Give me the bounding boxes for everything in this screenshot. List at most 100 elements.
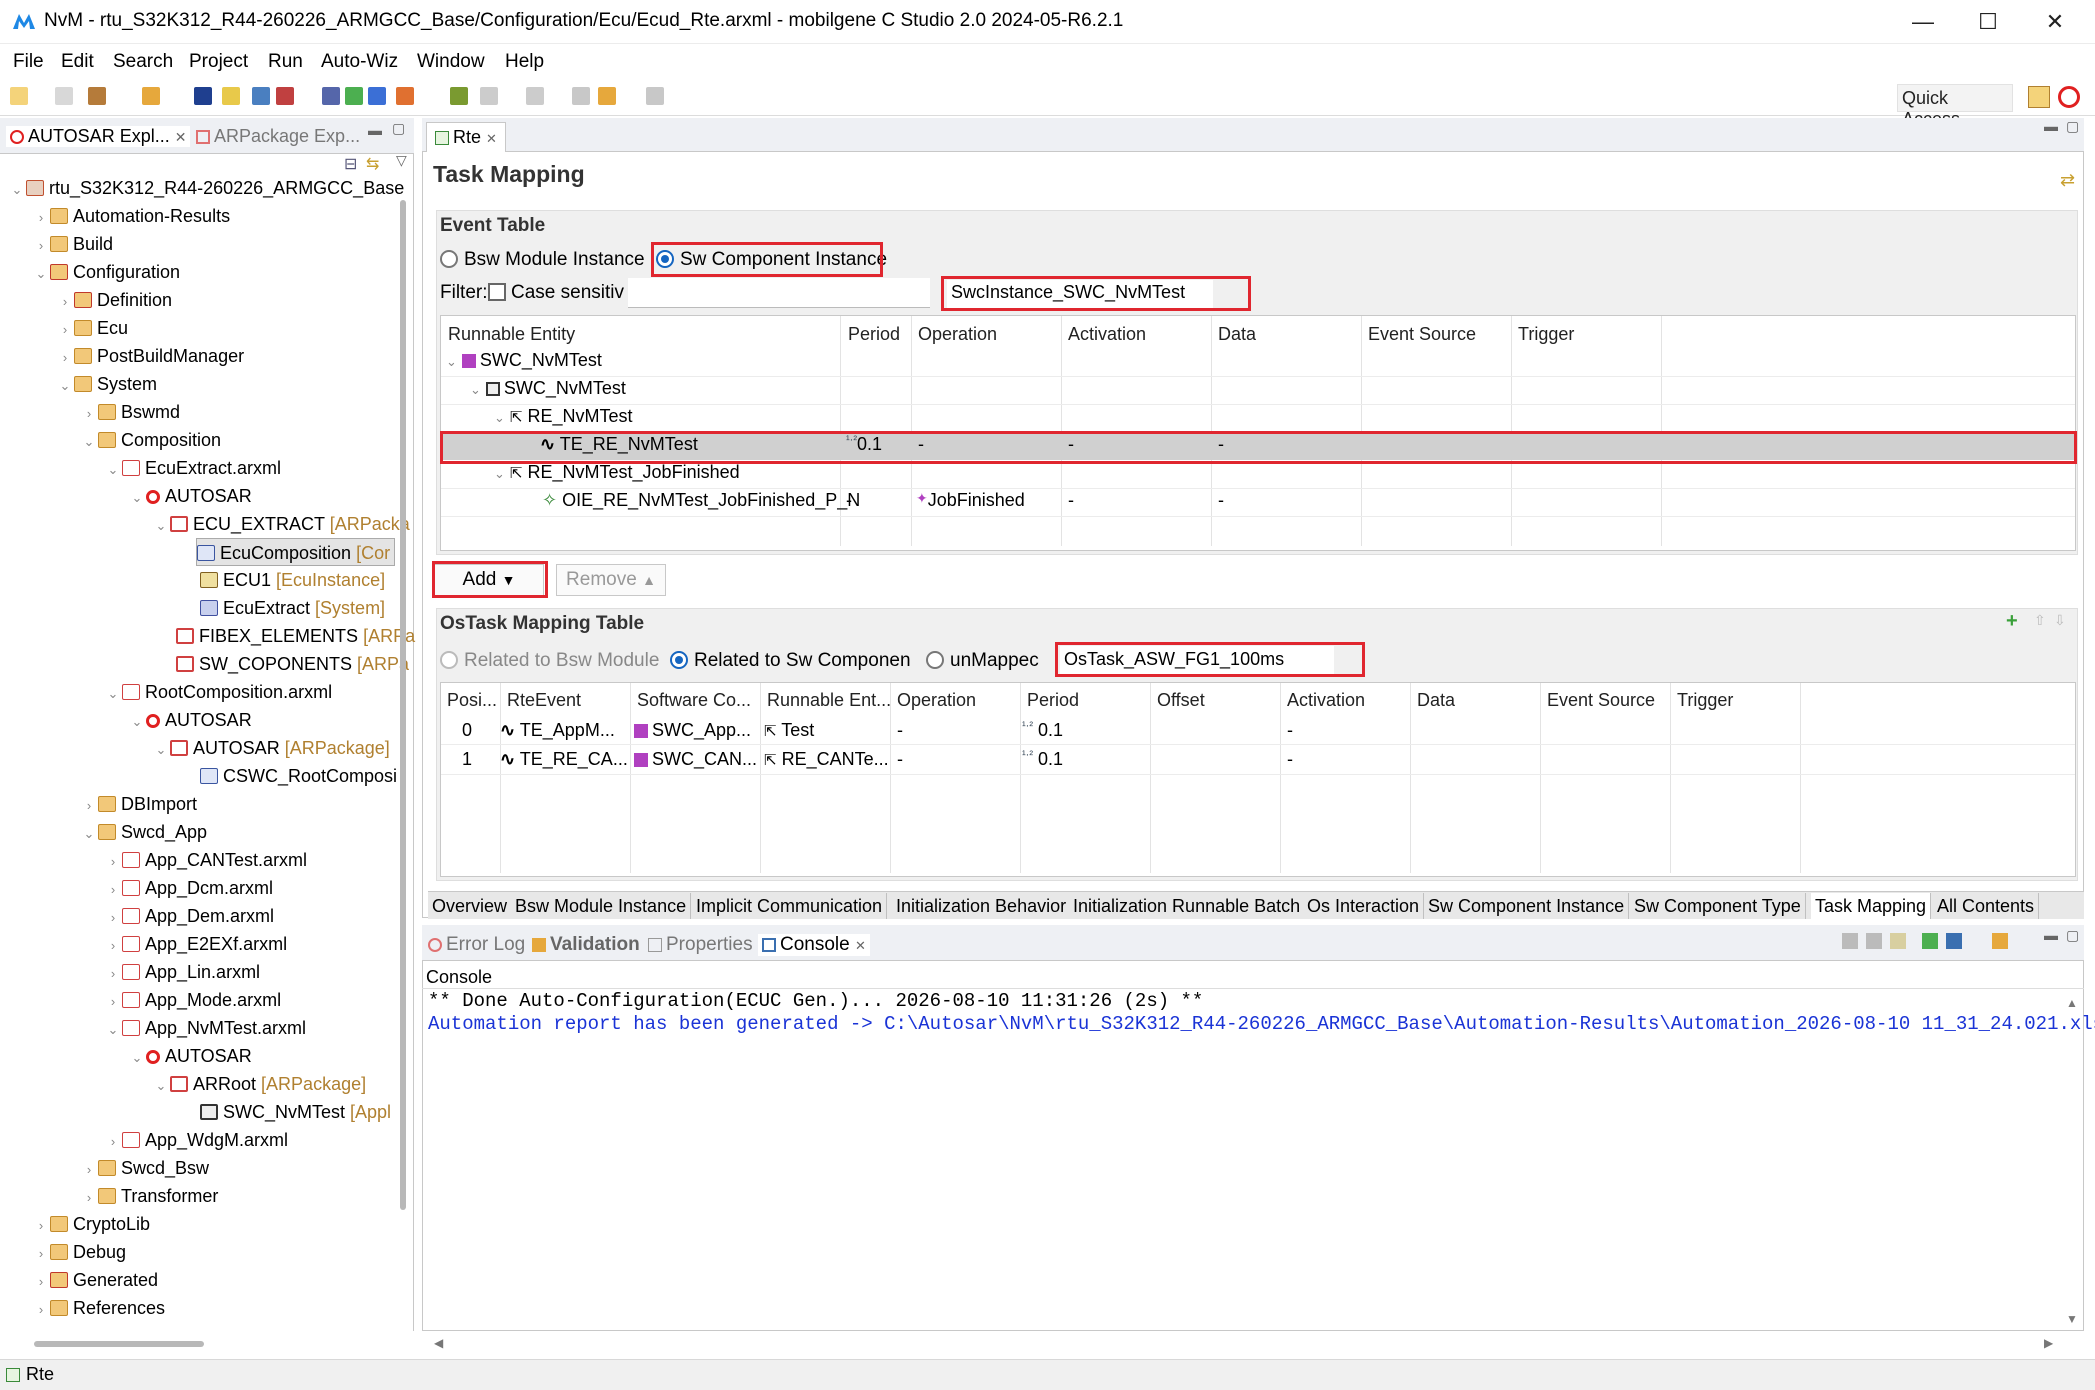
chevron-right-icon[interactable]: › bbox=[104, 1128, 122, 1156]
tree-item[interactable]: › PostBuildManager bbox=[56, 342, 244, 370]
tab-initialization-behavior[interactable]: Initialization Behavior bbox=[892, 893, 1072, 919]
tab-task-mapping[interactable]: Task Mapping bbox=[1811, 893, 1932, 919]
chevron-right-icon[interactable]: › bbox=[80, 400, 98, 428]
display-console-icon[interactable] bbox=[1946, 933, 1962, 949]
tree-item[interactable]: ECU1 [EcuInstance] bbox=[200, 566, 385, 594]
scroll-up-icon[interactable]: ▲ bbox=[2066, 996, 2078, 1010]
chevron-down-icon[interactable]: ⌄ bbox=[128, 1044, 146, 1072]
menu-window[interactable]: Window bbox=[417, 51, 485, 73]
chevron-right-icon[interactable]: › bbox=[80, 1156, 98, 1184]
tree-item[interactable]: › Transformer bbox=[80, 1182, 219, 1212]
quick-access-input[interactable]: Quick Access bbox=[1897, 84, 2013, 129]
tree-item[interactable]: › Build bbox=[32, 230, 113, 258]
chevron-right-icon[interactable]: › bbox=[104, 988, 122, 1016]
tree-item[interactable]: ⌄ ARRoot [ARPackage] bbox=[152, 1070, 367, 1098]
tree-item[interactable]: ⌄ EcuExtract.arxml bbox=[104, 454, 281, 482]
plugin-icon[interactable] bbox=[450, 87, 468, 105]
table-row[interactable]: ⌄ ⇱ RE_NvMTest_JobFinished bbox=[494, 462, 740, 483]
tree-item[interactable]: SWC_NvMTest [Appl bbox=[200, 1098, 391, 1126]
close-button[interactable]: ✕ bbox=[2025, 2, 2085, 42]
column-header-data[interactable]: Data bbox=[1218, 324, 1256, 345]
add-mapping-icon[interactable]: + bbox=[2006, 610, 2018, 633]
configure-icon[interactable] bbox=[252, 87, 270, 105]
grid-icon[interactable] bbox=[322, 87, 340, 105]
pin-console-icon[interactable] bbox=[1922, 933, 1938, 949]
menu-file[interactable]: File bbox=[13, 51, 44, 73]
chevron-right-icon[interactable]: › bbox=[104, 904, 122, 932]
tab-all-contents[interactable]: All Contents bbox=[1933, 893, 2040, 919]
maximize-editor-icon[interactable]: ▢ bbox=[2066, 118, 2079, 135]
search-next-icon[interactable] bbox=[480, 87, 498, 105]
tree-item[interactable]: › Ecu bbox=[56, 314, 128, 342]
link-editor-icon[interactable]: ⇆ bbox=[366, 154, 379, 174]
menu-help[interactable]: Help bbox=[505, 51, 544, 73]
chevron-right-icon[interactable]: › bbox=[32, 1240, 50, 1268]
tree-item[interactable]: ⌄ AUTOSAR bbox=[128, 706, 252, 734]
column-header-activation[interactable]: Activation bbox=[1068, 324, 1146, 345]
word-wrap-icon[interactable] bbox=[1890, 933, 1906, 949]
column-header-rte-event[interactable]: RteEvent bbox=[507, 690, 581, 711]
chevron-down-icon[interactable]: ⌄ bbox=[494, 410, 505, 425]
chevron-right-icon[interactable]: › bbox=[104, 848, 122, 876]
build-icon[interactable] bbox=[88, 87, 106, 105]
chevron-right-icon[interactable]: › bbox=[56, 288, 74, 316]
tree-item[interactable]: ⌄ RootComposition.arxml bbox=[104, 678, 333, 706]
tree-item[interactable]: › Bswmd bbox=[80, 398, 180, 426]
tree-item[interactable]: ⌄ Configuration bbox=[32, 258, 181, 286]
chevron-right-icon[interactable]: › bbox=[104, 960, 122, 988]
table-row[interactable]: ✧ OIE_RE_NvMTest_JobFinished_P_N bbox=[542, 490, 860, 511]
console-line-report[interactable]: Automation report has been generated -> … bbox=[428, 1013, 2095, 1035]
annotation-icon[interactable] bbox=[526, 87, 544, 105]
chevron-down-icon[interactable]: ⌄ bbox=[56, 372, 74, 400]
column-header-runnable-entity[interactable]: Runnable Ent... bbox=[767, 690, 891, 711]
chevron-right-icon[interactable]: › bbox=[32, 1268, 50, 1296]
chevron-right-icon[interactable]: › bbox=[32, 1212, 50, 1240]
debug-icon[interactable] bbox=[396, 87, 414, 105]
chevron-right-icon[interactable]: › bbox=[56, 316, 74, 344]
column-header-event-source[interactable]: Event Source bbox=[1368, 324, 1476, 345]
tree-item[interactable]: ⌄ Composition bbox=[80, 426, 222, 454]
chevron-down-icon[interactable]: ⌄ bbox=[80, 820, 98, 848]
tree-item[interactable]: ⌄ ECU_EXTRACT [ARPacka bbox=[152, 510, 410, 538]
tree-item-selected[interactable]: EcuComposition [Cor bbox=[196, 538, 396, 566]
tool-icon[interactable] bbox=[368, 87, 386, 105]
chevron-right-icon[interactable]: › bbox=[104, 876, 122, 904]
tree-item[interactable]: FIBEX_ELEMENTS [ARPa bbox=[176, 622, 415, 650]
tree-item[interactable]: › DBImport bbox=[80, 790, 197, 818]
open-perspective-icon[interactable] bbox=[2028, 86, 2050, 108]
chevron-down-icon[interactable]: ⌄ bbox=[470, 382, 481, 397]
tree-item[interactable]: › App_Mode.arxml bbox=[104, 986, 281, 1014]
remove-button[interactable]: Remove ▲ bbox=[556, 564, 666, 596]
maximize-view-icon[interactable]: ▢ bbox=[392, 120, 405, 137]
column-header-runnable-entity[interactable]: Runnable Entity bbox=[448, 324, 575, 345]
tab-initialization-runnable-batch[interactable]: Initialization Runnable Batch bbox=[1069, 893, 1306, 919]
tree-item[interactable]: › Definition bbox=[56, 286, 172, 314]
chevron-down-icon[interactable]: ⌄ bbox=[104, 1016, 122, 1044]
refresh-icon[interactable]: ⇄ bbox=[2060, 170, 2075, 191]
column-header-operation[interactable]: Operation bbox=[918, 324, 997, 345]
minimize-view-icon[interactable]: ▬ bbox=[368, 122, 382, 138]
tree-item[interactable]: › App_Dem.arxml bbox=[104, 902, 274, 930]
minimize-button[interactable]: — bbox=[1893, 2, 1953, 42]
column-header-period[interactable]: Period bbox=[1027, 690, 1079, 711]
close-tab-icon[interactable]: ✕ bbox=[855, 938, 866, 953]
maximize-button[interactable]: ☐ bbox=[1958, 2, 2018, 42]
chevron-down-icon[interactable]: ⌄ bbox=[128, 708, 146, 736]
move-down-icon[interactable]: ⇩ bbox=[2054, 612, 2066, 629]
radio-related-bsw-module[interactable]: Related to Bsw Module bbox=[440, 650, 659, 672]
radio-unmapped[interactable]: unMappec bbox=[926, 650, 1039, 672]
tab-implicit-communication[interactable]: Implicit Communication bbox=[692, 893, 888, 919]
tab-overview[interactable]: Overview bbox=[428, 893, 513, 919]
scroll-left-icon[interactable]: ◀ bbox=[434, 1336, 443, 1350]
column-header-data[interactable]: Data bbox=[1417, 690, 1455, 711]
tab-properties[interactable]: Properties bbox=[648, 934, 753, 956]
tree-item[interactable]: ⌄ Swcd_App bbox=[80, 818, 208, 848]
new-icon[interactable] bbox=[10, 87, 28, 105]
tab-sw-component-instance[interactable]: Sw Component Instance bbox=[1424, 893, 1630, 919]
chevron-right-icon[interactable]: › bbox=[80, 1184, 98, 1212]
column-header-trigger[interactable]: Trigger bbox=[1677, 690, 1733, 711]
scroll-down-icon[interactable]: ▼ bbox=[2066, 1312, 2078, 1326]
column-header-offset[interactable]: Offset bbox=[1157, 690, 1205, 711]
tab-autosar-explorer[interactable]: AUTOSAR Expl... ✕ bbox=[6, 126, 191, 147]
menu-run[interactable]: Run bbox=[268, 51, 303, 73]
